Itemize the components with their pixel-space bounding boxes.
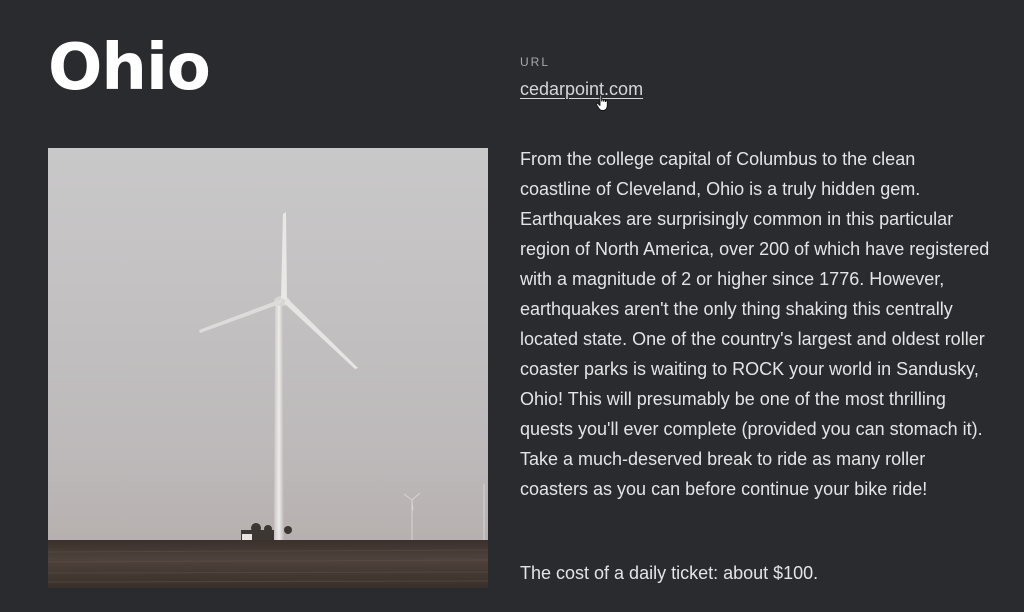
- sky: [48, 148, 488, 588]
- wind-turbine-photo: [48, 148, 488, 588]
- page: Ohio URL cedarpoint.com From the college…: [0, 0, 1024, 612]
- cost-text: The cost of a daily ticket: about $100.: [520, 563, 819, 583]
- page-title: Ohio: [48, 31, 211, 105]
- hand-pointer-icon: [595, 94, 608, 111]
- url-label: URL: [520, 55, 551, 69]
- description-paragraph: From the college capital of Columbus to …: [520, 149, 990, 499]
- url-link[interactable]: cedarpoint.com: [520, 78, 643, 100]
